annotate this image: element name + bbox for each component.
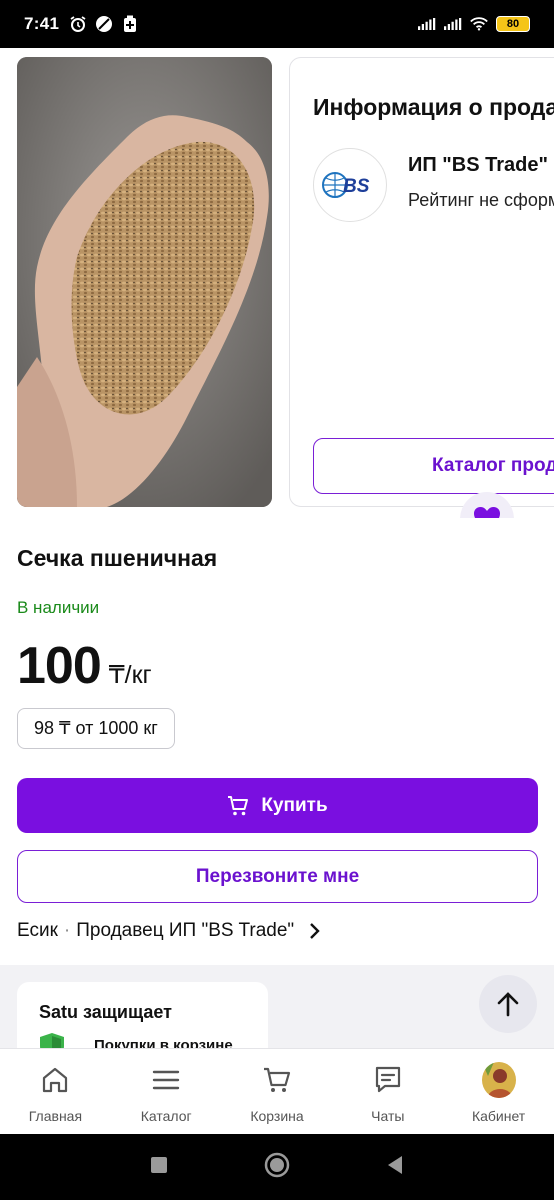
price-value: 100	[17, 637, 102, 695]
nav-item-chats[interactable]: Чаты	[332, 1049, 443, 1134]
protection-card[interactable]: Satu защищает Покупки в корзине	[17, 982, 268, 1050]
product-gallery[interactable]: Информация о продавце BS ИП "BS Trade" Р…	[0, 48, 554, 518]
nav-label-cart: Корзина	[250, 1108, 304, 1124]
separator-dot: ·	[63, 920, 71, 941]
buy-button-label: Купить	[261, 794, 328, 816]
product-title: Сечка пшеничная	[17, 545, 218, 571]
battery-indicator: 80	[496, 16, 530, 32]
signal-icon-2	[444, 15, 462, 33]
signal-icon	[418, 15, 436, 33]
seller-location-link[interactable]: Есик · Продавец ИП "BS Trade"	[17, 920, 322, 942]
data-saver-icon	[95, 15, 113, 33]
nav-item-catalog[interactable]: Каталог	[111, 1049, 222, 1134]
chevron-right-icon	[310, 923, 320, 939]
cart-icon	[260, 1063, 294, 1097]
seller-logo-text: BS	[343, 176, 370, 197]
seller-info-card: Информация о продавце BS ИП "BS Trade" Р…	[289, 57, 554, 507]
nav-item-home[interactable]: Главная	[0, 1049, 111, 1134]
seller-city: Есик	[17, 920, 58, 941]
menu-icon	[149, 1063, 183, 1097]
battery-saver-icon	[121, 15, 139, 33]
avatar	[481, 1062, 516, 1098]
nav-label-chats: Чаты	[371, 1108, 405, 1124]
system-navigation-bar	[0, 1134, 554, 1200]
home-icon	[38, 1063, 72, 1097]
seller-logo[interactable]: BS	[313, 148, 387, 222]
price-unit: ₸/кг	[108, 661, 152, 689]
recents-button[interactable]	[150, 1156, 168, 1179]
home-system-button[interactable]	[263, 1151, 291, 1184]
chat-icon	[371, 1063, 405, 1097]
status-time: 7:41	[24, 14, 60, 33]
wholesale-price-chip: 98 ₸ от 1000 кг	[17, 708, 175, 749]
seller-name[interactable]: ИП "BS Trade"	[408, 154, 548, 177]
wifi-icon	[470, 15, 488, 33]
callback-button[interactable]: Перезвоните мне	[17, 850, 538, 903]
heart-icon	[474, 507, 500, 518]
alarm-icon	[69, 15, 87, 33]
availability-status: В наличии	[17, 598, 100, 617]
nav-label-home: Главная	[28, 1108, 83, 1124]
price-row: 100 ₸/кг	[17, 636, 152, 696]
nav-label-catalog: Каталог	[140, 1108, 192, 1124]
protection-title: Satu защищает	[39, 1002, 172, 1022]
seller-catalog-button[interactable]: Каталог продавца	[313, 438, 554, 494]
status-bar: 7:41 80	[0, 0, 554, 48]
scroll-to-top-button[interactable]	[479, 975, 537, 1033]
seller-card-title: Информация о продавце	[313, 94, 554, 120]
cart-icon	[228, 795, 249, 815]
arrow-up-icon	[497, 992, 519, 1017]
back-button[interactable]	[386, 1155, 404, 1180]
nav-item-cabinet[interactable]: Кабинет	[443, 1049, 554, 1134]
nav-label-cabinet: Кабинет	[471, 1108, 526, 1124]
bottom-navigation: Главная Каталог Корзина Чаты Кабинет	[0, 1048, 554, 1134]
buy-button[interactable]: Купить	[17, 778, 538, 833]
product-photo[interactable]	[17, 57, 272, 507]
protection-section: Satu защищает Покупки в корзине	[0, 965, 554, 1050]
nav-item-cart[interactable]: Корзина	[222, 1049, 333, 1134]
seller-rating: Рейтинг не сформирован	[408, 190, 554, 210]
seller-link-text: Продавец ИП "BS Trade"	[76, 920, 295, 941]
